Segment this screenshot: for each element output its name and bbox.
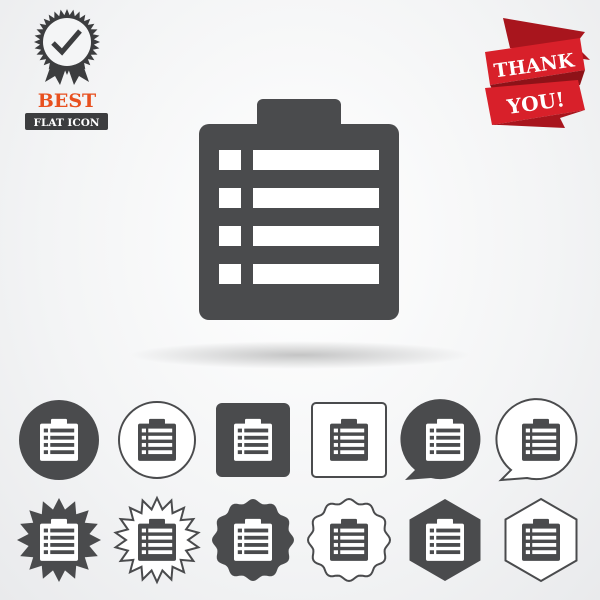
clipboard-list-icon <box>40 418 78 461</box>
canvas: BEST FLAT ICON THANK YOU! <box>17 9 590 585</box>
clipboard-list-icon <box>426 518 464 561</box>
variant-wavy-circle-filled <box>212 499 294 581</box>
variant-hexagon-filled <box>409 499 481 581</box>
variant-circle-filled <box>19 400 99 480</box>
clipboard-list-icon <box>234 418 272 461</box>
variant-hexagon-outline <box>504 497 578 583</box>
clipboard-list-icon <box>330 418 368 461</box>
clipboard-list-icon <box>426 418 464 461</box>
variant-wavy-circle-outline <box>306 497 392 583</box>
thank-you-ribbon: THANK YOU! <box>485 18 590 128</box>
clipboard-list-icon <box>138 418 176 461</box>
badge-subtitle: FLAT ICON <box>34 117 100 129</box>
variant-starburst-outline <box>113 495 201 585</box>
main-icon-shadow <box>130 341 470 369</box>
check-award-icon <box>34 9 100 85</box>
clipboard-list-icon <box>138 518 176 561</box>
clipboard-list-icon <box>199 99 399 320</box>
badge-title: BEST <box>38 90 96 112</box>
variant-speech-bubble-outline <box>495 398 578 482</box>
clipboard-list-icon <box>522 418 560 461</box>
clipboard-list-icon <box>234 518 272 561</box>
clipboard-list-icon <box>40 518 78 561</box>
variant-speech-bubble-filled <box>400 399 481 480</box>
clipboard-list-icon <box>330 518 368 561</box>
variant-circle-outline <box>118 401 196 479</box>
variant-square-filled <box>216 403 290 477</box>
icon-variants <box>17 398 578 585</box>
variant-starburst-filled <box>17 498 101 582</box>
clipboard-list-icon <box>522 518 560 561</box>
best-badge: BEST FLAT ICON <box>25 9 108 130</box>
variant-square-outline <box>311 402 387 478</box>
